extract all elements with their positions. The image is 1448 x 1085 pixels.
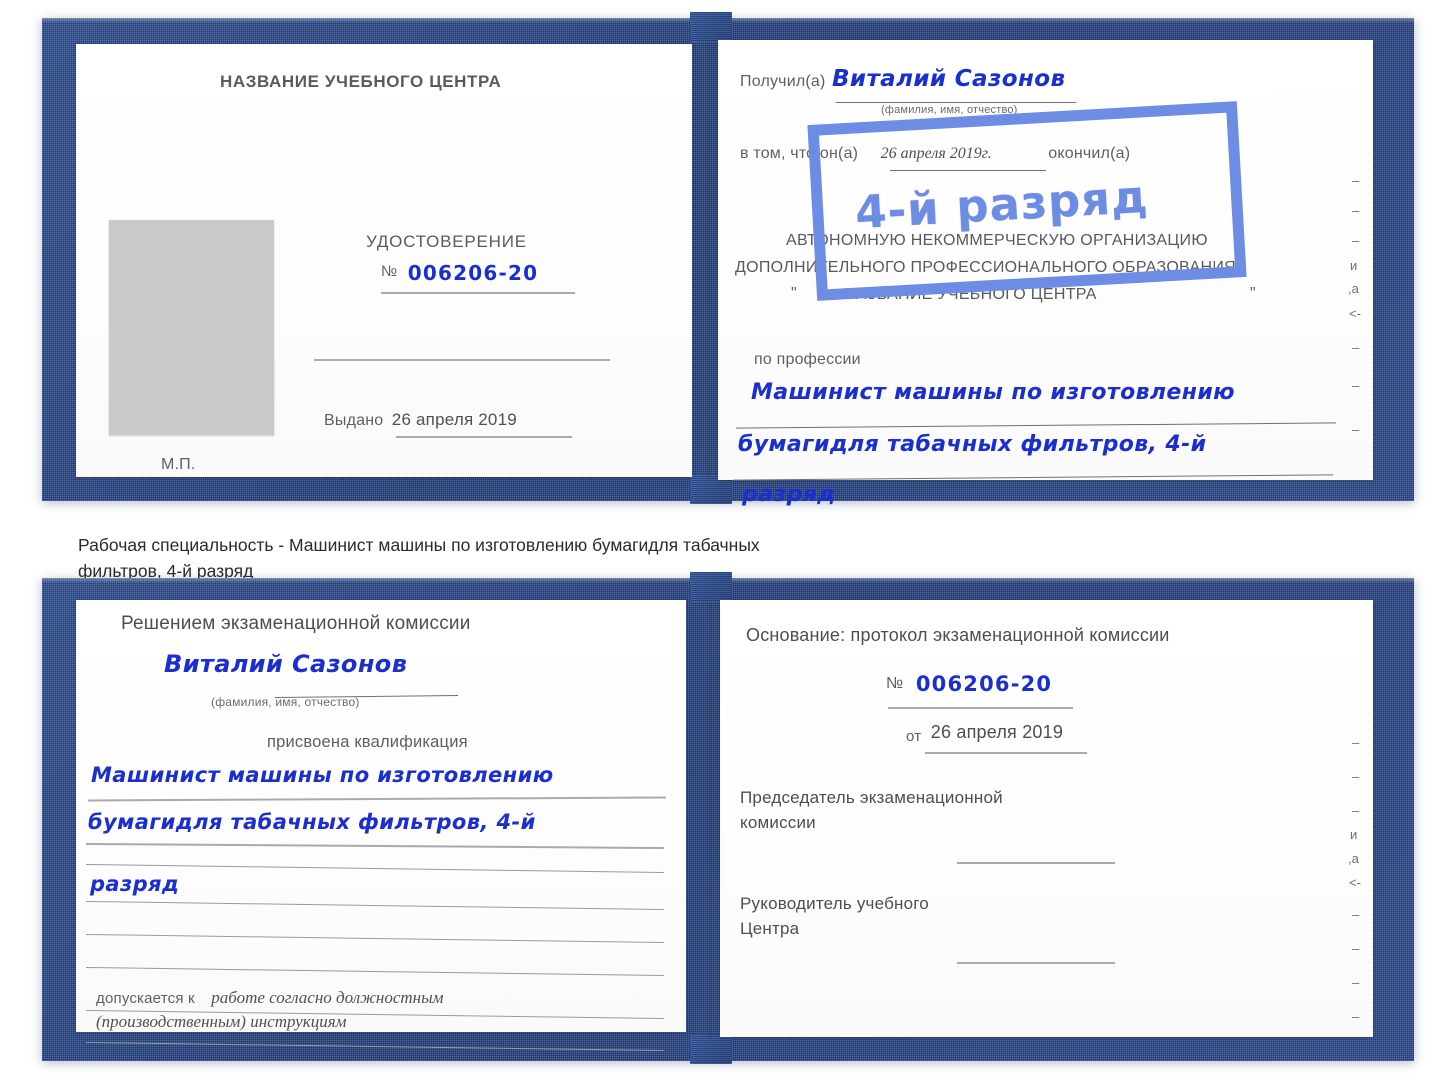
- profession-line-2: бумагидля табачных фильтров, 4-й: [738, 432, 1207, 457]
- edge-fragment-t1: –: [1352, 173, 1360, 188]
- edge-fragment-b6: <-: [1349, 875, 1361, 890]
- finish-date-underline: [890, 170, 1046, 171]
- head-line-2: Центра: [740, 919, 800, 938]
- edge-fragment-t8: –: [1352, 378, 1360, 393]
- blank-rule-1: [314, 359, 610, 361]
- edge-fragment-b7: –: [1352, 907, 1360, 922]
- edge-fragment-b4: и: [1350, 827, 1358, 842]
- received-group: Получил(а) Виталий Сазонов: [740, 66, 1065, 92]
- spine-tab-bottom-upper: [690, 572, 732, 602]
- edge-fragment-b5: ,а: [1348, 851, 1359, 866]
- admitted-label: допускается к: [96, 990, 195, 1007]
- in-that-label: в том, что он(а): [740, 145, 859, 162]
- issued-label: Выдано: [324, 412, 384, 429]
- top-left-header: НАЗВАНИЕ УЧЕБНОГО ЦЕНТРА: [220, 72, 502, 91]
- issued-underline: [396, 436, 572, 438]
- bottom-book-gutter: [709, 604, 712, 1039]
- caption-block: Рабочая специальность - Машинист машины …: [78, 532, 1018, 584]
- number-underline: [381, 292, 575, 294]
- top-right-page: Получил(а) Виталий Сазонов (фамилия, имя…: [718, 40, 1373, 507]
- protocol-date-label: от: [906, 728, 922, 745]
- edge-fragment-b1: –: [1352, 735, 1360, 750]
- admitted-value-line-2: (производственным) инструкциям: [96, 1012, 347, 1031]
- qualification-rule-1: [87, 796, 667, 802]
- protocol-number-label: №: [886, 675, 904, 692]
- head-line-1: Руководитель учебного: [740, 894, 929, 913]
- qualification-rule-2: [86, 842, 664, 850]
- received-name-hint: (фамилия, имя, отчество): [881, 104, 1018, 116]
- edge-fragment-b8: –: [1352, 941, 1360, 956]
- number-label: №: [381, 263, 398, 280]
- protocol-number-group: № 006206-20: [886, 672, 1052, 696]
- edge-fragment-b9: –: [1352, 975, 1360, 990]
- number-value: 006206-20: [407, 261, 539, 285]
- chair-signature-line: [957, 862, 1115, 864]
- chair-line-1: Председатель экзаменационной: [740, 788, 1003, 807]
- issued-value: 26 апреля 2019: [391, 410, 517, 429]
- org-line-1: АВТОНОМНУЮ НЕКОММЕРЧЕСКУЮ ОРГАНИЗАЦИЮ: [786, 232, 1208, 249]
- blank-line-2: [86, 900, 664, 911]
- protocol-date-underline: [925, 752, 1087, 754]
- protocol-number-underline: [888, 707, 1073, 709]
- edge-fragment-t5: ,а: [1348, 281, 1359, 296]
- qualification-label: присвоена квалификация: [267, 733, 468, 751]
- edge-fragment-t7: –: [1352, 340, 1360, 355]
- protocol-date-value: 26 апреля 2019: [930, 722, 1064, 742]
- bottom-left-page: Решением экзаменационной комиссии Витали…: [76, 600, 686, 1052]
- photo-placeholder: [109, 220, 274, 435]
- edge-fragment-t2: –: [1352, 203, 1360, 218]
- decision-header: Решением экзаменационной комиссии: [121, 613, 471, 634]
- edge-fragment-b3: –: [1352, 803, 1360, 818]
- profession-line-1: Машинист машины по изготовлению: [751, 380, 1235, 405]
- received-underline: [836, 102, 1076, 103]
- in-that-group: в том, что он(а) 26 апреля 2019г. окончи…: [740, 145, 1130, 163]
- org-name: НАЗВАНИЕ УЧЕБНОГО ЦЕНТРА: [844, 286, 1097, 303]
- spine-tab-top-upper: [690, 12, 732, 42]
- blank-line-3: [86, 933, 664, 944]
- edge-fragment-b2: –: [1352, 769, 1360, 784]
- top-left-doc-type: УДОСТОВЕРЕНИЕ: [366, 232, 527, 251]
- org-quote-close: ": [1250, 285, 1256, 302]
- finish-date-value: 26 апреля 2019г.: [880, 145, 992, 162]
- org-quote-open: ": [791, 285, 797, 302]
- received-value: Виталий Сазонов: [832, 66, 1066, 92]
- edge-fragment-b10: –: [1352, 1009, 1360, 1024]
- profession-line-3: разряд: [742, 482, 836, 507]
- top-left-number-group: № 006206-20: [381, 261, 538, 285]
- top-left-page: НАЗВАНИЕ УЧЕБНОГО ЦЕНТРА УДОСТОВЕРЕНИЕ №…: [76, 44, 692, 477]
- protocol-number-value: 006206-20: [915, 672, 1053, 696]
- edge-fragment-t3: –: [1352, 233, 1360, 248]
- chair-line-2: комиссии: [740, 813, 816, 832]
- head-signature-line: [957, 962, 1115, 964]
- qualification-line-2: бумагидля табачных фильтров, 4-й: [88, 810, 536, 834]
- edge-fragment-t9: –: [1352, 422, 1360, 437]
- protocol-date-group: от 26 апреля 2019: [906, 722, 1063, 745]
- decision-name-hint: (фамилия, имя, отчество): [211, 695, 360, 709]
- edge-fragment-t4: и: [1350, 258, 1358, 273]
- profession-label: по профессии: [754, 351, 861, 368]
- seal-label: М.П.: [161, 456, 196, 473]
- profession-rule-1: [736, 422, 1336, 429]
- qualification-line-3: разряд: [90, 872, 180, 896]
- caption-line-1: Рабочая специальность - Машинист машины …: [78, 535, 760, 555]
- bottom-right-page: Основание: протокол экзаменационной коми…: [720, 600, 1373, 1037]
- qualification-line-1: Машинист машины по изготовлению: [91, 763, 554, 787]
- basis-label: Основание: протокол экзаменационной коми…: [746, 625, 1170, 645]
- top-left-issued-group: Выдано 26 апреля 2019: [324, 410, 517, 430]
- top-book-gutter: [707, 44, 710, 481]
- blank-line-4: [86, 966, 664, 977]
- org-line-2: ДОПОЛНИТЕЛЬНОГО ПРОФЕССИОНАЛЬНОГО ОБРАЗО…: [735, 259, 1236, 276]
- edge-fragment-t6: <-: [1349, 306, 1361, 321]
- received-label: Получил(а): [740, 73, 826, 90]
- admitted-value-line-1: работе согласно должностным: [211, 988, 444, 1007]
- finished-label: окончил(а): [1048, 145, 1131, 162]
- profession-rule-2: [733, 474, 1333, 481]
- decision-name-value: Виталий Сазонов: [164, 650, 408, 678]
- admitted-group: допускается к работе согласно должностны…: [96, 988, 443, 1008]
